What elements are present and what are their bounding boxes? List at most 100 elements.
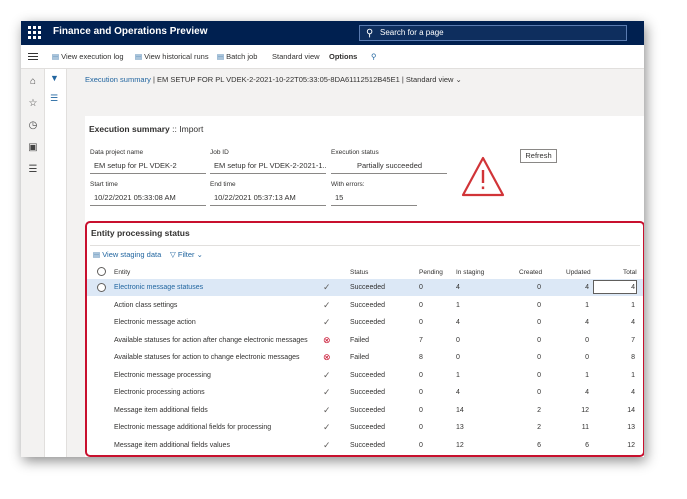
warning-icon [461, 156, 505, 197]
filter-label: Filter [177, 250, 195, 259]
created-cell: 2 [537, 424, 541, 431]
pending-cell: 0 [419, 424, 423, 431]
entity-cell: Available statuses for action after chan… [114, 336, 308, 344]
pending-cell: 0 [419, 441, 423, 449]
total-cell: 14 [627, 406, 635, 414]
pending-cell: 0 [419, 301, 423, 309]
checkmark-icon: ✓ [323, 439, 331, 450]
in-staging-cell: 4 [456, 284, 460, 291]
app-launcher-icon[interactable] [28, 26, 41, 39]
title-separator: :: [172, 124, 177, 134]
hamburger-menu-icon[interactable] [28, 53, 38, 62]
staging-icon: ▤ [93, 250, 101, 259]
table-row[interactable]: Electronic message statuses ✓ Succeeded 0 4 0… [87, 279, 643, 296]
chevron-down-icon: ⌄ [196, 250, 203, 259]
error-icon: ⊗ [323, 334, 331, 345]
select-all-radio[interactable] [97, 267, 106, 276]
search-box[interactable]: ⚲ Search for a page [359, 25, 627, 41]
chevron-down-icon: ⌄ [455, 75, 462, 84]
action-search-icon[interactable]: ⚲ [371, 52, 377, 61]
table-row[interactable]: Available statuses for action after chan… [87, 332, 643, 349]
entity-cell: Electronic processing actions [114, 389, 205, 396]
view-staging-data-button[interactable]: ▤ View staging data [93, 250, 161, 259]
filter-icon[interactable]: ▼ [50, 73, 59, 83]
table-row[interactable]: Message item additional fields ✓ Succeeded… [87, 402, 643, 419]
entity-cell: Message item additional fields [114, 406, 208, 414]
title-suffix: Import [179, 124, 204, 134]
column-header-in-staging[interactable]: In staging [456, 269, 484, 276]
entity-cell: Message item additional fields values [114, 441, 230, 449]
breadcrumb-separator: | [401, 75, 404, 84]
left-navigation: ⌂ ☆ ◷ ▣ ☰ [21, 69, 45, 457]
status-cell: Succeeded [350, 406, 386, 414]
favorites-icon[interactable]: ☆ [27, 98, 39, 110]
standard-view-button[interactable]: Standard view [272, 52, 320, 61]
filter-button[interactable]: ▽ Filter ⌄ [170, 250, 203, 259]
total-cell: 1 [631, 371, 635, 379]
batch-job-button[interactable]: ▤ Batch job [217, 52, 257, 61]
checkmark-icon: ✓ [323, 317, 331, 327]
table-row[interactable]: Message item additional fields values ✓ Su… [87, 437, 643, 454]
entity-cell: Available statuses for action to change … [114, 354, 300, 361]
error-icon: ⊗ [323, 352, 331, 362]
batch-job-label: Batch job [226, 52, 258, 61]
filter-column: ▼ ☰ [45, 69, 67, 457]
table-row[interactable]: Electronic message processing ✓ Succeeded 0… [87, 367, 643, 384]
updated-cell: 11 [581, 424, 589, 431]
view-historical-runs-button[interactable]: ▤ View historical runs [135, 52, 209, 61]
total-cell: 4 [631, 389, 635, 396]
options-tab[interactable]: Options [329, 52, 357, 61]
view-execution-log-button[interactable]: ▤ View execution log [52, 52, 124, 61]
view-selector-label: Standard view [405, 75, 454, 84]
table-row[interactable]: Electronic processing actions ✓ Succeeded 0… [87, 384, 643, 401]
title-prefix: Execution summary [89, 124, 170, 134]
updated-cell: 0 [585, 336, 589, 344]
column-header-created[interactable]: Created [519, 269, 542, 276]
table-row[interactable]: Electronic message additional fields for… [87, 419, 643, 436]
end-time-label: End time [210, 181, 236, 188]
in-staging-cell: 13 [456, 424, 464, 431]
updated-cell: 6 [585, 441, 589, 449]
home-icon[interactable]: ⌂ [27, 76, 39, 88]
column-header-total[interactable]: Total [623, 269, 637, 276]
view-selector[interactable]: Standard view ⌄ [406, 75, 462, 84]
status-cell: Succeeded [350, 441, 386, 449]
created-cell: 6 [537, 441, 541, 449]
row-select-radio[interactable] [97, 283, 106, 292]
table-row[interactable]: Available statuses for action to change … [87, 349, 643, 366]
start-time-field: 10/22/2021 05:33:08 AM [90, 192, 206, 206]
in-staging-cell: 4 [456, 319, 460, 326]
modules-icon[interactable]: ☰ [27, 164, 39, 176]
checkmark-icon: ✓ [323, 422, 331, 432]
updated-cell: 4 [585, 284, 589, 291]
breadcrumb-execution-summary-link[interactable]: Execution summary [85, 75, 151, 84]
in-staging-cell: 4 [456, 389, 460, 396]
data-project-label: Data project name [90, 149, 144, 156]
pending-cell: 0 [419, 406, 423, 414]
recent-icon[interactable]: ◷ [27, 120, 39, 132]
status-cell: Succeeded [350, 301, 386, 309]
job-id-field: EM setup for PL VDEK-2-2021-1... [210, 160, 326, 174]
pending-cell: 7 [419, 336, 423, 344]
created-cell: 0 [537, 301, 541, 309]
workspaces-icon[interactable]: ▣ [27, 142, 39, 154]
column-header-pending[interactable]: Pending [419, 269, 443, 276]
app-title: Finance and Operations Preview [53, 26, 208, 37]
created-cell: 0 [537, 389, 541, 396]
column-header-status[interactable]: Status [350, 269, 368, 276]
column-header-updated[interactable]: Updated [566, 269, 591, 276]
breadcrumb-job-name: EM SETUP FOR PL VDEK-2-2021-10-22T05:33:… [157, 75, 400, 84]
table-row[interactable]: Action class settings ✓ Succeeded 0 1 0 1 1 [87, 297, 643, 314]
status-cell: Succeeded [350, 389, 386, 396]
checkmark-icon: ✓ [323, 282, 331, 292]
column-header-entity[interactable]: Entity [114, 269, 130, 276]
list-icon[interactable]: ☰ [50, 93, 58, 104]
status-cell: Succeeded [350, 319, 386, 326]
in-staging-cell: 1 [456, 371, 460, 379]
status-cell: Succeeded [350, 284, 386, 291]
table-row[interactable]: Electronic message action ✓ Succeeded 0 4 0 4 4 [87, 314, 643, 331]
created-cell: 0 [537, 319, 541, 326]
job-id-label: Job ID [210, 149, 229, 156]
view-historical-runs-label: View historical runs [144, 52, 209, 61]
refresh-button[interactable]: Refresh [520, 149, 557, 163]
